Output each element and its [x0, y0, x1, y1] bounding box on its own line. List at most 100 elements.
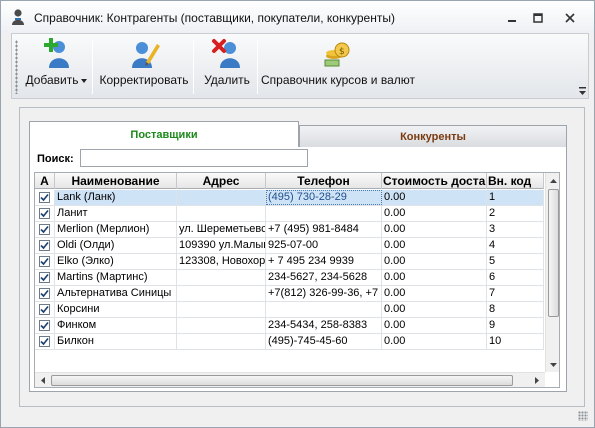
- active-cell[interactable]: [35, 286, 55, 301]
- table-row[interactable]: Elko (Элко) 123308, Новохорошевский + 7 …: [35, 254, 544, 270]
- address-cell[interactable]: [177, 206, 266, 221]
- internal-code-cell[interactable]: 9: [487, 318, 544, 333]
- scroll-left-button[interactable]: [35, 373, 50, 387]
- delivery-cost-cell[interactable]: 0.00: [382, 270, 487, 285]
- name-cell[interactable]: Lank (Ланк): [55, 190, 177, 205]
- scroll-up-button[interactable]: [546, 173, 559, 188]
- tab-competitors[interactable]: Конкуренты: [299, 125, 567, 147]
- column-header-address[interactable]: Адрес: [177, 173, 266, 189]
- phone-cell[interactable]: 234-5434, 258-8383: [266, 318, 382, 333]
- phone-cell[interactable]: [266, 302, 382, 317]
- phone-cell[interactable]: + 7 495 234 9939: [266, 254, 382, 269]
- phone-cell[interactable]: 234-5627, 234-5628: [266, 270, 382, 285]
- active-checkbox[interactable]: [39, 336, 50, 347]
- internal-code-cell[interactable]: 6: [487, 270, 544, 285]
- scroll-right-button[interactable]: [529, 373, 544, 387]
- active-checkbox[interactable]: [39, 256, 50, 267]
- name-cell[interactable]: Альтернатива Синицы: [55, 286, 177, 301]
- name-cell[interactable]: Merlion (Мерлион): [55, 222, 177, 237]
- table-row[interactable]: Oldi (Олди) 109390 ул.Малыгина 925-07-00…: [35, 238, 544, 254]
- address-cell[interactable]: [177, 318, 266, 333]
- table-row[interactable]: Merlion (Мерлион) ул. Шереметьевская +7 …: [35, 222, 544, 238]
- active-checkbox[interactable]: [39, 192, 50, 203]
- phone-cell[interactable]: (495) 730-28-29: [266, 190, 382, 205]
- column-header-internal-code[interactable]: Вн. код: [487, 173, 544, 189]
- maximize-button[interactable]: [525, 9, 551, 27]
- active-checkbox[interactable]: [39, 304, 50, 315]
- active-checkbox[interactable]: [39, 320, 50, 331]
- table-row[interactable]: Билкон (495)-745-45-60 0.00 10: [35, 334, 544, 350]
- minimize-button[interactable]: [499, 9, 525, 27]
- internal-code-cell[interactable]: 4: [487, 238, 544, 253]
- column-header-delivery-cost[interactable]: Стоимость доставки: [382, 173, 487, 189]
- internal-code-cell[interactable]: 5: [487, 254, 544, 269]
- name-cell[interactable]: Билкон: [55, 334, 177, 349]
- active-cell[interactable]: [35, 334, 55, 349]
- column-header-phone[interactable]: Телефон: [266, 173, 382, 189]
- internal-code-cell[interactable]: 8: [487, 302, 544, 317]
- column-header-name[interactable]: Наименование: [55, 173, 177, 189]
- active-cell[interactable]: [35, 206, 55, 221]
- table-row[interactable]: Корсини 0.00 8: [35, 302, 544, 318]
- phone-cell[interactable]: 925-07-00: [266, 238, 382, 253]
- address-cell[interactable]: 123308, Новохорошевский: [177, 254, 266, 269]
- internal-code-cell[interactable]: 3: [487, 222, 544, 237]
- phone-cell[interactable]: +7(812) 326-99-36, +7: [266, 286, 382, 301]
- edit-button[interactable]: Корректировать: [98, 36, 190, 96]
- delivery-cost-cell[interactable]: 0.00: [382, 318, 487, 333]
- table-row[interactable]: Lank (Ланк) (495) 730-28-29 0.00 1: [35, 190, 544, 206]
- scroll-down-button[interactable]: [546, 357, 559, 372]
- delivery-cost-cell[interactable]: 0.00: [382, 286, 487, 301]
- address-cell[interactable]: [177, 286, 266, 301]
- table-row[interactable]: Финком 234-5434, 258-8383 0.00 9: [35, 318, 544, 334]
- address-cell[interactable]: [177, 334, 266, 349]
- active-checkbox[interactable]: [39, 208, 50, 219]
- address-cell[interactable]: [177, 302, 266, 317]
- active-cell[interactable]: [35, 270, 55, 285]
- resize-grip[interactable]: [578, 411, 588, 421]
- active-cell[interactable]: [35, 318, 55, 333]
- active-cell[interactable]: [35, 238, 55, 253]
- active-checkbox[interactable]: [39, 240, 50, 251]
- active-cell[interactable]: [35, 222, 55, 237]
- name-cell[interactable]: Финком: [55, 318, 177, 333]
- delivery-cost-cell[interactable]: 0.00: [382, 334, 487, 349]
- delivery-cost-cell[interactable]: 0.00: [382, 206, 487, 221]
- active-checkbox[interactable]: [39, 224, 50, 235]
- currency-reference-button[interactable]: $ Справочник курсов и валют: [261, 36, 415, 96]
- name-cell[interactable]: Martins (Мартинс): [55, 270, 177, 285]
- close-button[interactable]: [557, 9, 583, 27]
- delivery-cost-cell[interactable]: 0.00: [382, 238, 487, 253]
- delivery-cost-cell[interactable]: 0.00: [382, 254, 487, 269]
- toolbar-grip[interactable]: [15, 40, 18, 94]
- column-header-active[interactable]: А: [35, 173, 55, 189]
- toolbar-overflow-icon[interactable]: [579, 86, 586, 96]
- address-cell[interactable]: 109390 ул.Малыгина: [177, 238, 266, 253]
- delivery-cost-cell[interactable]: 0.00: [382, 222, 487, 237]
- search-input[interactable]: [80, 149, 308, 167]
- phone-cell[interactable]: [266, 206, 382, 221]
- internal-code-cell[interactable]: 10: [487, 334, 544, 349]
- active-cell[interactable]: [35, 190, 55, 205]
- horizontal-scroll-thumb[interactable]: [51, 375, 513, 386]
- name-cell[interactable]: Корсини: [55, 302, 177, 317]
- internal-code-cell[interactable]: 2: [487, 206, 544, 221]
- active-checkbox[interactable]: [39, 272, 50, 283]
- tab-suppliers[interactable]: Поставщики: [29, 121, 299, 147]
- active-cell[interactable]: [35, 302, 55, 317]
- delivery-cost-cell[interactable]: 0.00: [382, 190, 487, 205]
- vertical-scroll-thumb[interactable]: [548, 189, 559, 317]
- active-checkbox[interactable]: [39, 288, 50, 299]
- vertical-scrollbar[interactable]: [545, 173, 559, 372]
- phone-cell[interactable]: +7 (495) 981-8484: [266, 222, 382, 237]
- table-row[interactable]: Martins (Мартинс) 234-5627, 234-5628 0.0…: [35, 270, 544, 286]
- add-button[interactable]: Добавить: [24, 36, 88, 96]
- table-row[interactable]: Альтернатива Синицы +7(812) 326-99-36, +…: [35, 286, 544, 302]
- table-row[interactable]: Ланит 0.00 2: [35, 206, 544, 222]
- address-cell[interactable]: [177, 270, 266, 285]
- internal-code-cell[interactable]: 7: [487, 286, 544, 301]
- address-cell[interactable]: ул. Шереметьевская: [177, 222, 266, 237]
- horizontal-scrollbar[interactable]: [35, 372, 545, 387]
- name-cell[interactable]: Oldi (Олди): [55, 238, 177, 253]
- delete-button[interactable]: Удалить: [198, 36, 256, 96]
